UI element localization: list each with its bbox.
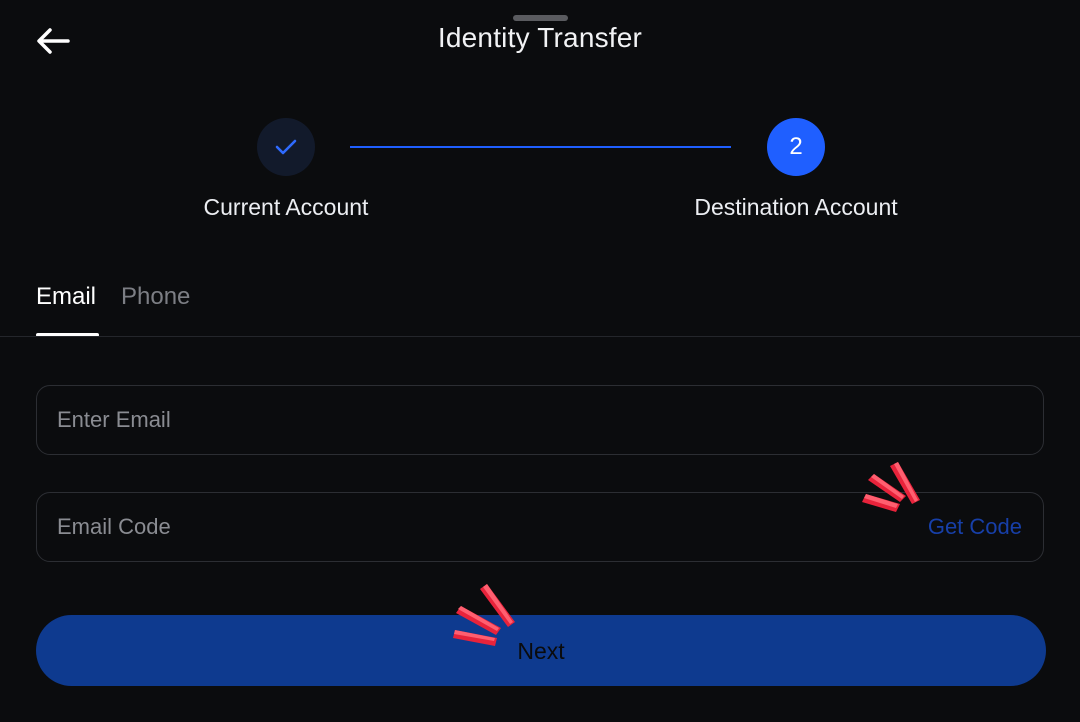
email-input[interactable] [57, 386, 837, 454]
email-code-input[interactable] [57, 493, 837, 561]
get-code-button[interactable]: Get Code [928, 493, 1022, 561]
email-field-container [36, 385, 1044, 455]
tab-phone[interactable]: Phone [121, 283, 190, 311]
tab-email[interactable]: Email [36, 283, 96, 311]
step-2-indicator: 2 [767, 118, 825, 176]
step-1-indicator [257, 118, 315, 176]
drag-handle[interactable] [513, 15, 568, 21]
step-1-label: Current Account [203, 194, 369, 220]
step-progress-line [350, 146, 731, 148]
step-2-label: Destination Account [694, 194, 898, 220]
next-button[interactable]: Next [36, 615, 1046, 686]
tabs-divider [0, 336, 1080, 337]
check-icon [275, 139, 297, 155]
email-code-field-container: Get Code [36, 492, 1044, 562]
page-title: Identity Transfer [437, 22, 643, 53]
